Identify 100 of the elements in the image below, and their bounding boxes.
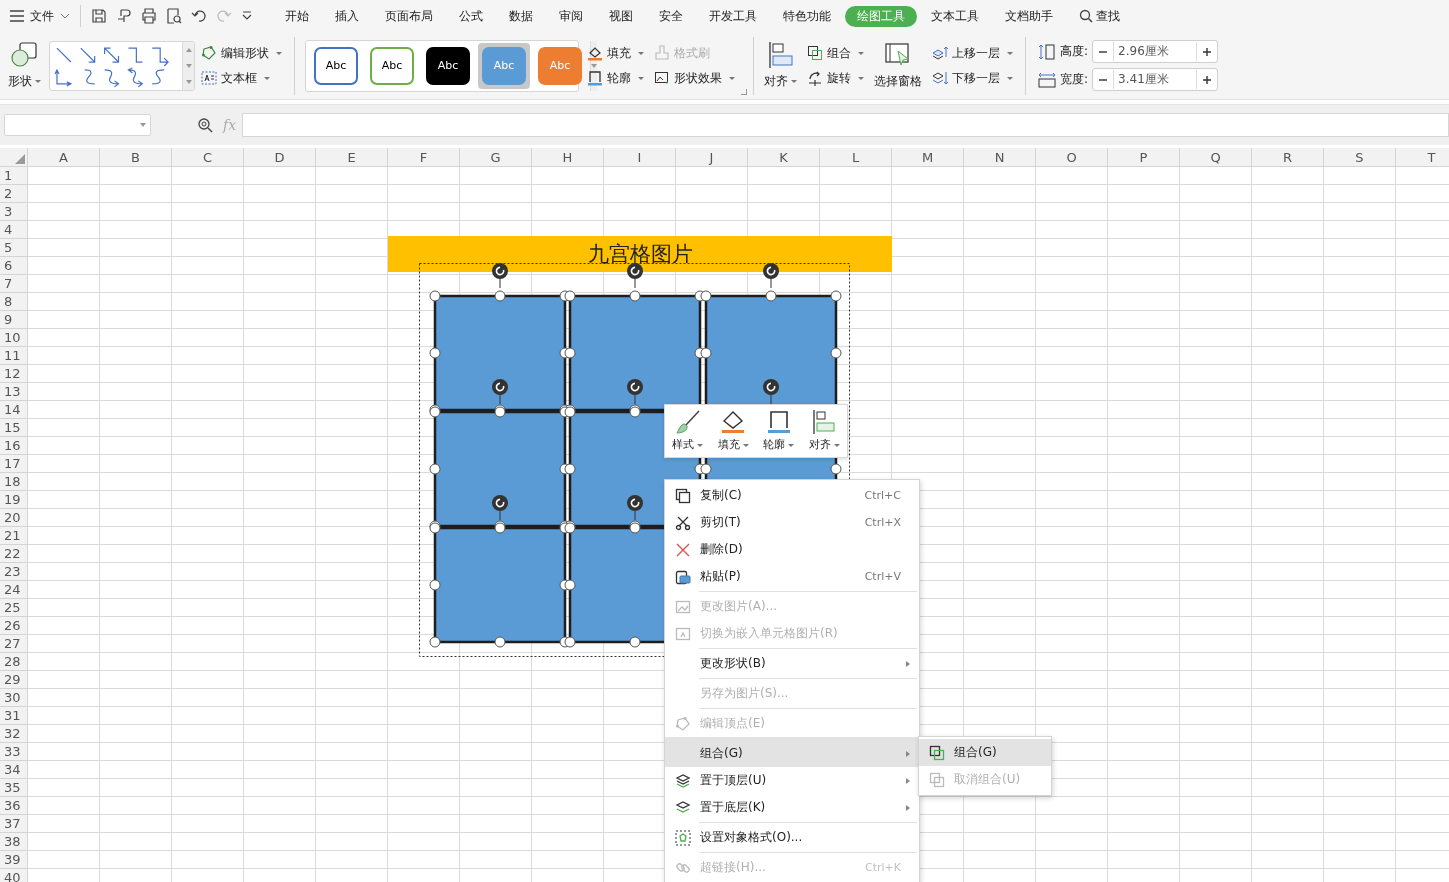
resize-handles-icon[interactable] <box>629 520 641 534</box>
customize-icon[interactable] <box>241 10 253 22</box>
row-header[interactable]: 22 <box>0 545 28 563</box>
context-menu-item[interactable]: 置于底层(K) <box>665 794 919 821</box>
row-header[interactable]: 24 <box>0 581 28 599</box>
column-header[interactable]: S <box>1324 148 1396 167</box>
mini-toolbar-button[interactable]: 对齐 <box>808 410 840 452</box>
ribbon-tab[interactable]: 公式 <box>447 5 495 27</box>
row-header[interactable]: 29 <box>0 671 28 689</box>
rotate-handle-icon[interactable] <box>627 379 643 405</box>
shape-style-preset[interactable]: Abc <box>426 46 470 85</box>
row-header[interactable]: 3 <box>0 203 28 221</box>
column-header[interactable]: T <box>1396 148 1449 167</box>
column-header[interactable]: O <box>1036 148 1108 167</box>
search-button[interactable]: 查找 <box>1079 7 1120 25</box>
fill-button[interactable]: 填充 <box>587 44 644 62</box>
row-header[interactable]: 18 <box>0 473 28 491</box>
resize-handle-icon[interactable] <box>629 636 641 648</box>
row-header[interactable]: 11 <box>0 347 28 365</box>
resize-handle-icon[interactable] <box>494 290 506 302</box>
row-header[interactable]: 20 <box>0 509 28 527</box>
resize-handle-icon[interactable] <box>830 463 842 475</box>
column-header[interactable]: I <box>604 148 676 167</box>
row-header[interactable]: 34 <box>0 761 28 779</box>
square-shape[interactable] <box>568 294 702 412</box>
text-box-button[interactable]: 文本框 <box>201 69 282 87</box>
row-header[interactable]: 32 <box>0 725 28 743</box>
resize-handles-icon[interactable] <box>694 290 712 302</box>
size-spinner[interactable]: 3.41厘米 <box>1092 68 1219 91</box>
rotate-button[interactable]: 旋转 <box>807 69 864 87</box>
resize-handle-icon[interactable] <box>830 290 842 302</box>
row-header[interactable]: 7 <box>0 275 28 293</box>
row-header[interactable]: 15 <box>0 419 28 437</box>
print-preview-icon[interactable] <box>166 8 182 24</box>
row-header[interactable]: 4 <box>0 221 28 239</box>
context-menu-item[interactable]: 剪切(T) Ctrl+X <box>665 509 919 536</box>
resize-handles-icon[interactable] <box>429 404 441 418</box>
column-header[interactable]: C <box>172 148 244 167</box>
undo-icon[interactable] <box>191 8 207 24</box>
zoom-icon[interactable] <box>197 117 213 133</box>
resize-handles-icon[interactable] <box>494 404 506 418</box>
rotate-handle-icon[interactable] <box>763 379 779 405</box>
align-button[interactable]: 对齐 <box>760 41 801 90</box>
column-header[interactable]: F <box>388 148 460 167</box>
column-header[interactable]: A <box>28 148 100 167</box>
context-menu-item[interactable]: 复制(C) Ctrl+C <box>665 482 919 509</box>
resize-handles-icon[interactable] <box>559 404 576 418</box>
ribbon-tab[interactable]: 数据 <box>497 5 545 27</box>
mini-toolbar-button[interactable]: 轮廓 <box>763 410 795 452</box>
resize-handles-icon[interactable] <box>559 347 576 359</box>
shape-style-preset[interactable]: Abc <box>370 46 414 85</box>
resize-handle-icon[interactable] <box>429 463 441 475</box>
row-header[interactable]: 6 <box>0 257 28 275</box>
row-header[interactable]: 5 <box>0 239 28 257</box>
outline-button[interactable]: 轮廓 <box>587 69 644 87</box>
resize-handle-icon[interactable] <box>629 290 641 302</box>
selection-pane-button[interactable]: 选择窗格 <box>870 41 926 90</box>
row-header[interactable]: 8 <box>0 293 28 311</box>
square-shape[interactable] <box>433 526 567 644</box>
resize-handles-icon[interactable] <box>559 463 576 475</box>
rotate-handle-icon[interactable] <box>492 379 508 405</box>
rotate-handle-icon[interactable] <box>627 495 643 521</box>
row-header[interactable]: 31 <box>0 707 28 725</box>
column-header[interactable]: Q <box>1180 148 1252 167</box>
bring-forward-button[interactable]: 上移一层 <box>932 44 1013 62</box>
column-header[interactable]: H <box>532 148 604 167</box>
row-header[interactable]: 10 <box>0 329 28 347</box>
rotate-handle-icon[interactable] <box>492 495 508 521</box>
mini-toolbar-button[interactable]: 样式 <box>672 410 704 452</box>
column-header[interactable]: G <box>460 148 532 167</box>
resize-handles-icon[interactable] <box>494 520 506 534</box>
resize-handle-icon[interactable] <box>830 347 842 359</box>
row-header[interactable]: 16 <box>0 437 28 455</box>
shape-effects-button[interactable]: 形状效果 <box>654 69 735 87</box>
context-menu-item[interactable]: 组合(G) <box>665 737 919 767</box>
rotate-handle-icon[interactable] <box>627 263 643 289</box>
row-header[interactable]: 37 <box>0 815 28 833</box>
column-header[interactable]: M <box>892 148 964 167</box>
row-header[interactable]: 14 <box>0 401 28 419</box>
ribbon-tab[interactable]: 页面布局 <box>373 5 445 27</box>
shape-style-preset[interactable]: Abc <box>314 46 358 85</box>
resize-handles-icon[interactable] <box>629 404 641 418</box>
row-header[interactable]: 2 <box>0 185 28 203</box>
ribbon-tab[interactable]: 插入 <box>323 5 371 27</box>
rotate-handle-icon[interactable] <box>763 263 779 289</box>
resize-handle-icon[interactable] <box>429 347 441 359</box>
ribbon-tab[interactable]: 文本工具 <box>919 5 991 27</box>
ribbon-tab[interactable]: 开发工具 <box>697 5 769 27</box>
mini-toolbar-button[interactable]: 填充 <box>717 410 749 452</box>
column-header[interactable]: L <box>820 148 892 167</box>
row-header[interactable]: 36 <box>0 797 28 815</box>
ribbon-tab[interactable]: 特色功能 <box>771 5 843 27</box>
resize-handle-icon[interactable] <box>429 290 441 302</box>
rotate-handle-icon[interactable] <box>492 263 508 289</box>
resize-handle-icon[interactable] <box>429 579 441 591</box>
print-icon[interactable] <box>141 8 157 24</box>
size-spinner[interactable]: 2.96厘米 <box>1092 40 1219 63</box>
column-header[interactable]: R <box>1252 148 1324 167</box>
resize-handles-icon[interactable] <box>559 579 576 591</box>
column-header[interactable]: E <box>316 148 388 167</box>
